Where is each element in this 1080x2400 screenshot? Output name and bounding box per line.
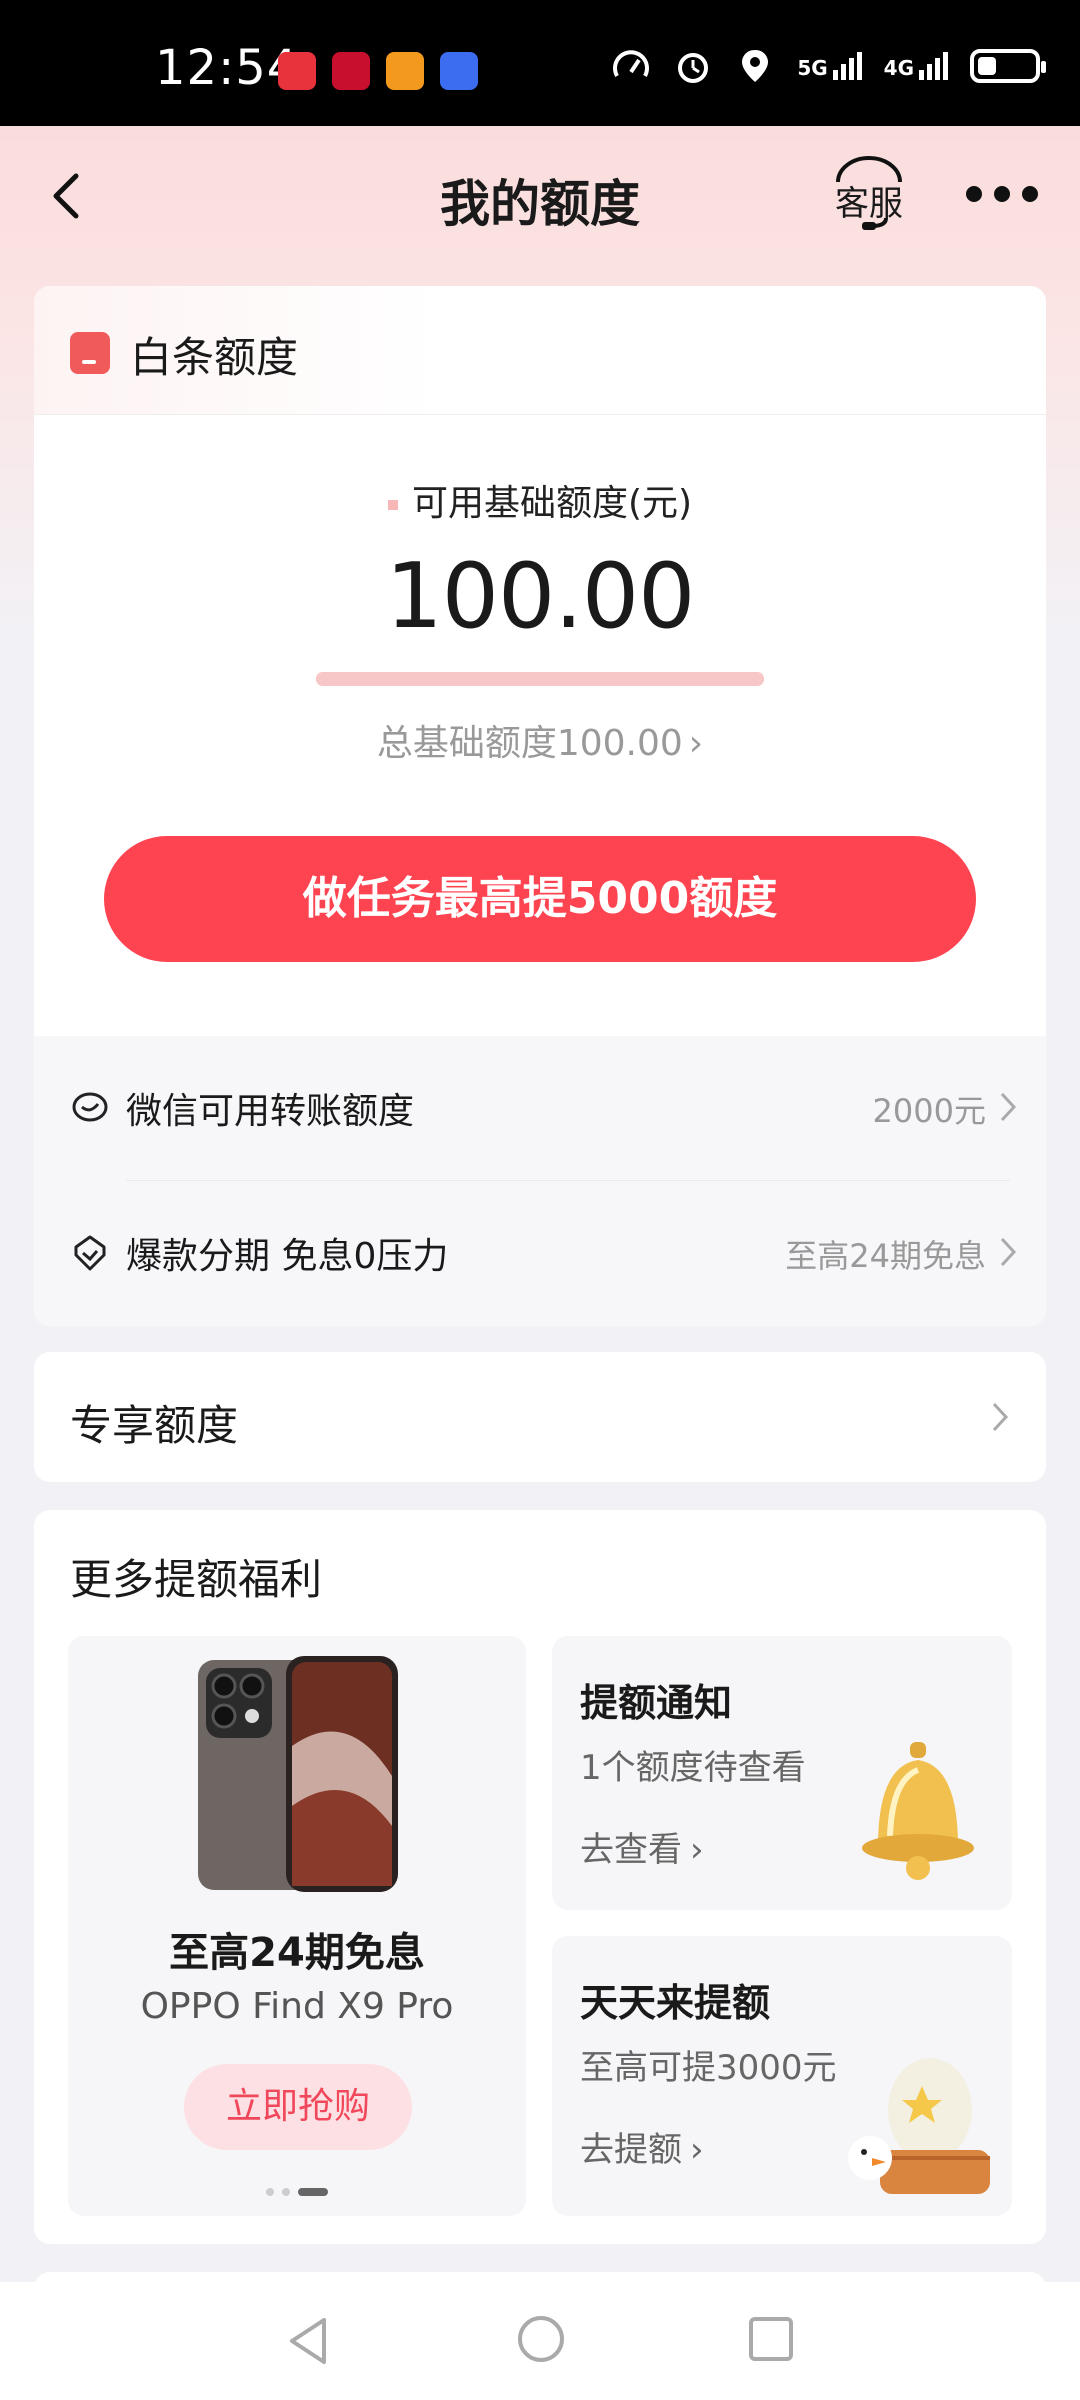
wechat-chat-icon bbox=[72, 1092, 108, 1122]
card-header: 白条额度 bbox=[34, 286, 1046, 415]
location-icon bbox=[742, 50, 769, 82]
more-dot bbox=[966, 186, 982, 202]
row-label: 爆款分期 免息0压力 bbox=[126, 1236, 449, 1277]
game-app-icon bbox=[332, 52, 370, 90]
chevron-right-icon: › bbox=[688, 723, 704, 764]
promo-banner[interactable]: 至高24期免息 OPPO Find X9 Pro 立即抢购 bbox=[68, 1636, 526, 2216]
gift-app-icon bbox=[386, 52, 424, 90]
benefit-link-text: 去提额 bbox=[580, 2130, 682, 2170]
daily-boost-card[interactable]: 天天来提额 至高可提3000元 去提额 › bbox=[552, 1936, 1012, 2216]
available-amount: 100.00 bbox=[385, 544, 696, 649]
row-label: 微信可用转账额度 bbox=[126, 1091, 415, 1132]
task-boost-button[interactable]: 做任务最高提5000额度 bbox=[104, 836, 976, 962]
music-app-icon bbox=[440, 52, 478, 90]
system-back-icon[interactable] bbox=[284, 2314, 334, 2368]
benefit-link[interactable]: 去查看 › bbox=[580, 1822, 704, 1871]
chevron-right-icon bbox=[1000, 1237, 1017, 1267]
baitiao-icon bbox=[70, 332, 110, 374]
chevron-right-icon: › bbox=[690, 1830, 704, 1870]
egg-basket-icon bbox=[848, 2058, 990, 2194]
row-value: 至高24期免息 bbox=[785, 1237, 986, 1275]
benefit-subtitle: 1个额度待查看 bbox=[580, 1748, 806, 1788]
carousel-indicator bbox=[266, 2188, 328, 2196]
benefit-subtitle: 至高可提3000元 bbox=[580, 2048, 837, 2088]
baitiao-credit-card: 白条额度 可用基础额度(元) 100.00 总基础额度100.00 › 做任务最高… bbox=[34, 286, 1046, 1326]
more-dot bbox=[1022, 186, 1038, 202]
diamond-check-icon bbox=[74, 1235, 106, 1271]
system-home-icon[interactable] bbox=[516, 2314, 566, 2364]
benefit-link-text: 去查看 bbox=[580, 1830, 682, 1870]
promo-subtitle: OPPO Find X9 Pro bbox=[140, 1986, 454, 2027]
wechat-transfer-row[interactable]: 微信可用转账额度 2000元 bbox=[34, 1036, 1046, 1181]
exclusive-title: 专享额度 bbox=[70, 1401, 239, 1450]
speedometer-icon bbox=[613, 50, 650, 77]
system-navigation-bar bbox=[0, 2282, 1080, 2400]
service-label: 客服 bbox=[835, 184, 903, 224]
total-credit-link[interactable]: 总基础额度100.00 › bbox=[34, 714, 1046, 766]
promo-title: 至高24期免息 bbox=[169, 1930, 425, 1976]
signal-5g-icon: 5G bbox=[797, 52, 862, 80]
carousel-dot-active bbox=[298, 2188, 328, 2196]
chevron-right-icon: › bbox=[690, 2130, 704, 2170]
card-title: 白条额度 bbox=[130, 333, 299, 382]
more-benefits-title: 更多提额福利 bbox=[70, 1555, 323, 1604]
label-dot bbox=[387, 500, 398, 510]
exclusive-credit-card[interactable]: 专享额度 bbox=[34, 1352, 1046, 1482]
credit-rows: 微信可用转账额度 2000元 爆款分期 免息0压力 至高24期免息 bbox=[34, 1036, 1046, 1326]
status-time: 12:54 bbox=[155, 40, 299, 96]
boost-notice-card[interactable]: 提额通知 1个额度待查看 去查看 › bbox=[552, 1636, 1012, 1910]
system-recent-apps-icon[interactable] bbox=[748, 2316, 794, 2362]
benefit-link[interactable]: 去提额 › bbox=[580, 2122, 704, 2171]
top-navbar: 我的额度 客服 bbox=[0, 126, 1080, 266]
benefit-title: 提额通知 bbox=[580, 1681, 733, 1725]
benefit-title: 天天来提额 bbox=[580, 1981, 771, 2025]
more-benefits-card: 更多提额福利 至高24期免息 OPPO Find X9 Pro 立即抢购 提额通… bbox=[34, 1510, 1046, 2244]
page-title: 我的额度 bbox=[440, 175, 640, 233]
chevron-right-icon bbox=[992, 1402, 1009, 1432]
carousel-dot bbox=[266, 2188, 274, 2196]
network-type-1: 5G bbox=[797, 56, 828, 80]
alarm-icon bbox=[678, 53, 709, 83]
status-bar: 12:54 5G 4G bbox=[0, 0, 1080, 126]
status-indicators: 5G 4G bbox=[611, 46, 1046, 86]
carousel-dot bbox=[282, 2188, 290, 2196]
credit-progress-bar bbox=[316, 672, 764, 686]
more-dot bbox=[994, 186, 1010, 202]
buy-now-button[interactable]: 立即抢购 bbox=[184, 2064, 412, 2150]
progress-fill bbox=[316, 672, 764, 686]
installment-row[interactable]: 爆款分期 免息0压力 至高24期免息 bbox=[34, 1181, 1046, 1325]
signal-4g-icon: 4G bbox=[884, 52, 948, 80]
available-label-text: 可用基础额度(元) bbox=[411, 483, 693, 524]
chevron-right-icon bbox=[1000, 1092, 1017, 1122]
battery-icon bbox=[970, 49, 1046, 83]
phone-image bbox=[198, 1656, 398, 1892]
customer-service-button[interactable]: 客服 bbox=[826, 154, 912, 234]
available-label: 可用基础额度(元) bbox=[34, 474, 1046, 526]
total-credit-text: 总基础额度100.00 bbox=[376, 723, 683, 764]
row-value: 2000元 bbox=[872, 1092, 986, 1130]
more-options-button[interactable] bbox=[966, 186, 1038, 206]
huawei-app-icon bbox=[278, 52, 316, 90]
notification-icons bbox=[278, 52, 478, 90]
network-type-2: 4G bbox=[883, 56, 914, 80]
bell-icon bbox=[862, 1742, 974, 1880]
